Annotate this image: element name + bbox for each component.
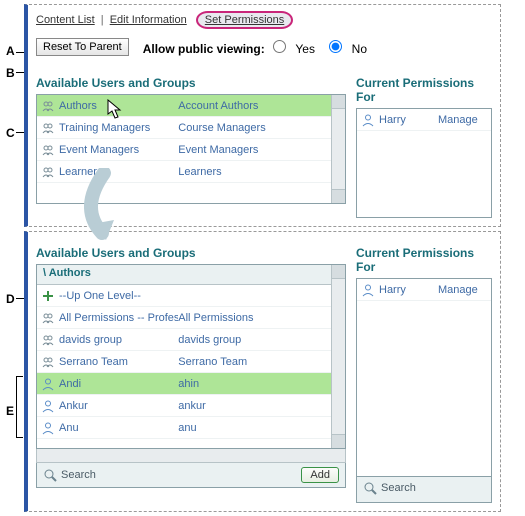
panel-bottom: Available Users and Groups \ Authors --U… bbox=[24, 231, 501, 512]
group-icon bbox=[41, 333, 55, 347]
user-icon bbox=[361, 283, 375, 297]
callout-e: E bbox=[6, 404, 14, 418]
scrollbar[interactable] bbox=[331, 265, 345, 448]
available-list-drilled[interactable]: \ Authors --Up One Level-- All Permissio… bbox=[36, 264, 346, 449]
available-list-top[interactable]: AuthorsAccount AuthorsTraining ManagersC… bbox=[36, 94, 346, 204]
list-item[interactable]: AuthorsAccount Authors bbox=[37, 95, 331, 117]
perm-footer: Search bbox=[356, 477, 492, 503]
group-icon bbox=[41, 311, 55, 325]
list-item[interactable]: All Permissions -- Professor Migrated Us… bbox=[37, 307, 331, 329]
allow-public-no-radio[interactable] bbox=[329, 40, 342, 53]
plus-icon bbox=[41, 289, 55, 303]
group-icon bbox=[41, 121, 55, 135]
search-icon bbox=[363, 481, 377, 495]
callout-b: B bbox=[6, 66, 15, 80]
current-perms-title-2: Current Permissions For bbox=[356, 246, 492, 274]
drill-breadcrumb[interactable]: \ Authors bbox=[37, 265, 331, 285]
callout-c: C bbox=[6, 126, 15, 140]
user-icon bbox=[41, 377, 55, 391]
user-icon bbox=[361, 113, 375, 127]
allow-public-yes-radio[interactable] bbox=[273, 40, 286, 53]
list-item[interactable]: LearnersLearners bbox=[37, 161, 331, 183]
list-item[interactable]: Event ManagersEvent Managers bbox=[37, 139, 331, 161]
add-button[interactable]: Add bbox=[301, 467, 339, 483]
group-icon bbox=[41, 143, 55, 157]
reset-to-parent-button[interactable]: Reset To Parent bbox=[36, 38, 129, 56]
user-icon bbox=[41, 421, 55, 435]
tab-set-permissions-highlight: Set Permissions bbox=[196, 11, 293, 29]
user-icon bbox=[41, 399, 55, 413]
list-item[interactable]: Anuanu bbox=[37, 417, 331, 439]
tab-content-list[interactable]: Content List bbox=[36, 14, 95, 26]
current-perms-list-bottom[interactable]: Harry Manage bbox=[356, 278, 492, 477]
tab-bar: Content List | Edit Information Set Perm… bbox=[36, 11, 492, 29]
allow-public-viewing: Allow public viewing: Yes No bbox=[143, 37, 373, 56]
up-one-level-row[interactable]: --Up One Level-- bbox=[37, 285, 331, 307]
perm-row[interactable]: Harry Manage bbox=[357, 279, 491, 301]
list-item[interactable]: Andiahin bbox=[37, 373, 331, 395]
current-perms-title: Current Permissions For bbox=[356, 76, 492, 104]
group-icon bbox=[41, 165, 55, 179]
available-title: Available Users and Groups bbox=[36, 76, 346, 90]
list-footer: Search Add bbox=[36, 463, 346, 488]
callout-a: A bbox=[6, 44, 15, 58]
h-scrollbar[interactable] bbox=[36, 449, 346, 463]
search-icon bbox=[43, 468, 57, 482]
tab-edit-information[interactable]: Edit Information bbox=[110, 14, 187, 26]
search-link[interactable]: Search bbox=[43, 468, 96, 482]
list-item[interactable]: Ankurankur bbox=[37, 395, 331, 417]
search-link[interactable]: Search bbox=[363, 481, 416, 495]
available-title-2: Available Users and Groups bbox=[36, 246, 346, 260]
perm-row[interactable]: Harry Manage bbox=[357, 109, 491, 131]
callout-d: D bbox=[6, 292, 15, 306]
current-perms-list-top[interactable]: Harry Manage bbox=[356, 108, 492, 218]
tab-set-permissions[interactable]: Set Permissions bbox=[205, 14, 284, 26]
group-icon bbox=[41, 355, 55, 369]
scrollbar[interactable] bbox=[331, 95, 345, 203]
panel-top: Content List | Edit Information Set Perm… bbox=[24, 4, 501, 227]
list-item[interactable]: Serrano TeamSerrano Team bbox=[37, 351, 331, 373]
list-item[interactable]: Training ManagersCourse Managers bbox=[37, 117, 331, 139]
list-item[interactable]: davids groupdavids group bbox=[37, 329, 331, 351]
group-icon bbox=[41, 99, 55, 113]
